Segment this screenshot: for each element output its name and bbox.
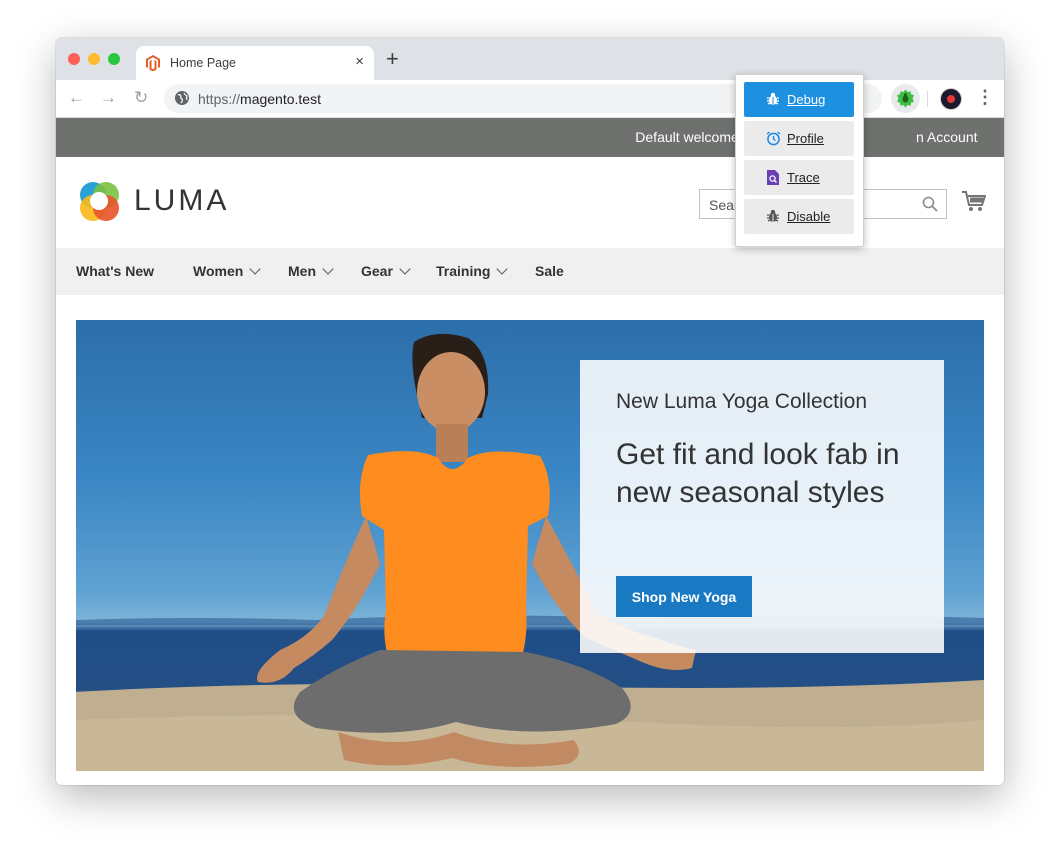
- disable-option[interactable]: Disable: [744, 199, 854, 234]
- main-navigation: What's New Women Men Gear Training Sale: [56, 248, 1004, 295]
- tab-close-icon[interactable]: ×: [355, 53, 364, 70]
- kebab-menu-icon[interactable]: ⋮: [976, 88, 994, 106]
- tab-home-page[interactable]: Home Page ×: [136, 46, 374, 80]
- cart-icon[interactable]: [962, 191, 987, 218]
- magento-favicon-icon: [146, 55, 160, 76]
- luma-logo-icon[interactable]: [76, 178, 122, 229]
- nav-item-sale[interactable]: Sale: [535, 263, 564, 279]
- bug-icon: [766, 209, 780, 228]
- trace-option[interactable]: Trace: [744, 160, 854, 195]
- minimize-window-button[interactable]: [88, 53, 100, 65]
- forward-arrow-icon[interactable]: →: [100, 88, 117, 108]
- bug-icon: [766, 92, 780, 111]
- promo-subtitle: New Luma Yoga Collection: [616, 390, 867, 413]
- maximize-window-button[interactable]: [108, 53, 120, 65]
- nav-item-whats-new[interactable]: What's New: [76, 263, 154, 279]
- nav-item-gear[interactable]: Gear: [361, 263, 411, 279]
- green-bug-icon: [896, 89, 915, 113]
- chevron-down-icon: [399, 263, 411, 275]
- globe-icon: [174, 90, 190, 111]
- document-search-icon: [766, 170, 780, 190]
- trace-label: Trace: [787, 170, 820, 185]
- back-arrow-icon[interactable]: ←: [68, 88, 85, 108]
- tab-title: Home Page: [170, 56, 237, 70]
- debug-extension-popup: Debug Profile Trace Disable: [735, 74, 864, 247]
- nav-item-women[interactable]: Women: [193, 263, 261, 279]
- chevron-down-icon: [496, 263, 509, 275]
- debug-option[interactable]: Debug: [744, 82, 854, 117]
- shop-new-yoga-button[interactable]: Shop New Yoga: [616, 576, 752, 617]
- profile-label: Profile: [787, 131, 824, 146]
- close-window-button[interactable]: [68, 53, 80, 65]
- nav-item-men[interactable]: Men: [288, 263, 334, 279]
- url-text: https://magento.test: [198, 91, 321, 107]
- search-icon[interactable]: [922, 196, 938, 217]
- chevron-down-icon: [322, 263, 334, 275]
- promo-panel: New Luma Yoga Collection Get fit and loo…: [580, 360, 944, 653]
- reload-icon[interactable]: ↻: [134, 88, 148, 108]
- luma-logo-text[interactable]: LUMA: [134, 184, 229, 218]
- new-tab-button[interactable]: +: [386, 48, 399, 70]
- promo-headline: Get fit and look fab in new seasonal sty…: [616, 438, 900, 509]
- chevron-down-icon: [249, 263, 261, 275]
- nav-item-training[interactable]: Training: [436, 263, 509, 279]
- disable-label: Disable: [787, 209, 831, 224]
- toolbar-divider: [927, 91, 928, 107]
- debug-extension-button[interactable]: [891, 84, 920, 113]
- profile-avatar[interactable]: [940, 88, 962, 110]
- profile-option[interactable]: Profile: [744, 121, 854, 156]
- clock-icon: [766, 131, 781, 151]
- debug-label: Debug: [787, 92, 826, 107]
- create-account-link[interactable]: n Account: [916, 129, 978, 145]
- hero-banner[interactable]: New Luma Yoga Collection Get fit and loo…: [76, 320, 984, 771]
